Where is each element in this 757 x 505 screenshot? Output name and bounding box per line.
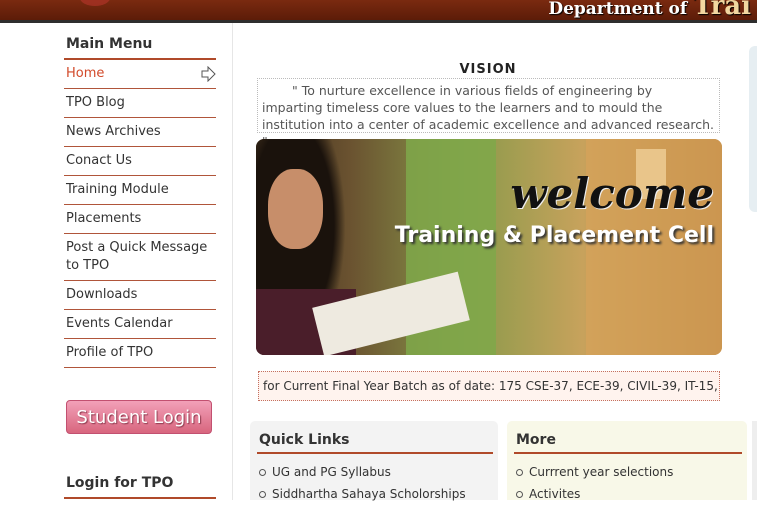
- menu-item-label: TPO Blog: [66, 95, 125, 110]
- menu-item-label: Placements: [66, 211, 142, 226]
- menu-item-news-archives[interactable]: News Archives: [64, 118, 216, 147]
- menu-item-label: Events Calendar: [66, 316, 173, 331]
- menu-item-post-message[interactable]: Post a Quick Message to TPO: [64, 234, 216, 281]
- more-panel: More Currrent year selections Activites: [507, 421, 747, 501]
- placement-ticker: for Current Final Year Batch as of date:…: [258, 371, 720, 401]
- menu-item-home[interactable]: Home: [64, 60, 216, 89]
- quick-links-list: UG and PG Syllabus Siddhartha Sahaya Sch…: [259, 461, 466, 505]
- menu-item-placements[interactable]: Placements: [64, 205, 216, 234]
- quick-links-title: Quick Links: [259, 432, 350, 448]
- arrow-right-icon: [201, 66, 216, 82]
- menu-item-profile-of-tpo[interactable]: Profile of TPO: [64, 339, 216, 368]
- banner-subtitle: Training & Placement Cell: [394, 223, 714, 248]
- divider: [514, 452, 742, 454]
- main-menu-title: Main Menu: [66, 36, 153, 52]
- vision-text: " To nurture excellence in various field…: [257, 78, 720, 149]
- department-big-text: Trai: [693, 0, 751, 21]
- banner-person-face: [268, 169, 323, 249]
- department-title: Department of Trai: [548, 0, 751, 21]
- site-header: Department of Trai: [0, 0, 757, 23]
- divider: [257, 452, 493, 454]
- tpo-login-title: Login for TPO: [66, 475, 174, 491]
- vision-title: VISION: [459, 62, 517, 77]
- banner-welcome-text: welcome: [510, 169, 714, 218]
- quick-links-panel: Quick Links UG and PG Syllabus Siddharth…: [250, 421, 498, 501]
- menu-item-label: Profile of TPO: [66, 345, 154, 360]
- menu-item-label: Training Module: [66, 182, 169, 197]
- student-login-button[interactable]: Student Login: [66, 400, 212, 434]
- logo: [80, 0, 110, 6]
- department-text: Department of: [548, 0, 688, 19]
- more-title: More: [516, 432, 556, 448]
- quick-link-item[interactable]: Siddhartha Sahaya Scholorships: [259, 483, 466, 505]
- more-link-item[interactable]: Activites: [516, 483, 673, 505]
- sidebar: Main Menu Home TPO Blog News Archives Co…: [0, 23, 233, 500]
- menu-item-downloads[interactable]: Downloads: [64, 281, 216, 310]
- more-list: Currrent year selections Activites: [516, 461, 673, 505]
- menu-item-label: Home: [66, 66, 105, 81]
- menu-item-label: News Archives: [66, 124, 161, 139]
- menu-item-training-module[interactable]: Training Module: [64, 176, 216, 205]
- menu-item-contact-us[interactable]: Conact Us: [64, 147, 216, 176]
- menu-item-label: Post a Quick Message to TPO: [66, 240, 208, 273]
- quick-link-item[interactable]: UG and PG Syllabus: [259, 461, 466, 483]
- menu-item-label: Downloads: [66, 287, 138, 302]
- welcome-banner: welcome Training & Placement Cell: [256, 139, 722, 355]
- menu-item-tpo-blog[interactable]: TPO Blog: [64, 89, 216, 118]
- menu-item-events-calendar[interactable]: Events Calendar: [64, 310, 216, 339]
- side-panel-edge: [749, 46, 757, 212]
- main-menu: Home TPO Blog News Archives Conact Us Tr…: [64, 58, 216, 368]
- more-link-item[interactable]: Currrent year selections: [516, 461, 673, 483]
- menu-item-label: Conact Us: [66, 153, 132, 168]
- divider: [64, 497, 216, 499]
- side-panel-edge: [752, 421, 757, 500]
